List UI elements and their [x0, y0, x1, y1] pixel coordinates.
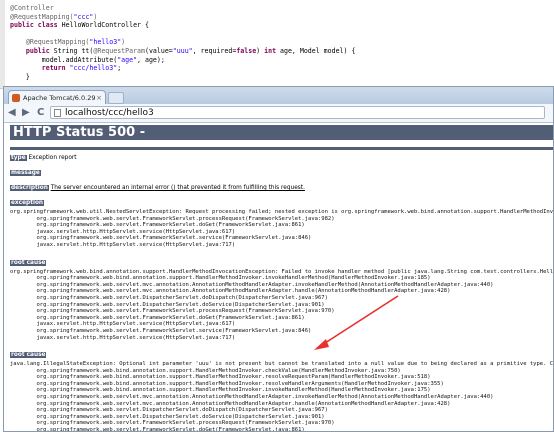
message-row: message: [10, 169, 553, 178]
root-cause-trace-1: org.springframework.web.bind.annotation.…: [10, 268, 554, 341]
root-cause-trace-2: java.lang.IllegalStateException: Optiona…: [10, 361, 554, 432]
code-token: public class: [10, 21, 62, 30]
forward-icon[interactable]: ▶: [22, 106, 30, 120]
code-token: "ccc": [73, 12, 94, 21]
code-token: "hello3": [89, 38, 122, 47]
browser-tab[interactable]: Apache Tomcat/6.0.29 ×: [8, 90, 106, 104]
code-token: "age": [117, 55, 138, 64]
code-token: int: [264, 47, 281, 55]
exception-label: exception: [10, 200, 45, 206]
code-line: public String tt(@RequestParam(value="uu…: [10, 47, 356, 55]
description-text: The server encountered an internal error…: [50, 185, 305, 191]
code-token: @Controller: [10, 4, 54, 12]
code-token: age, Model model) {: [280, 47, 356, 55]
editor-gutter: [0, 0, 5, 88]
new-tab-button[interactable]: [108, 92, 124, 104]
browser-window: Apache Tomcat/6.0.29 × ◀ ▶ C localhost/c…: [3, 86, 554, 432]
code-line: public class HelloWorldController {: [10, 21, 149, 29]
code-token: "ccc/hello3": [69, 64, 118, 73]
browser-toolbar: ◀ ▶ C localhost/ccc/hello3: [4, 104, 553, 123]
code-line: @RequestMapping("hello3"): [10, 38, 125, 46]
code-token: "uuu": [172, 47, 193, 55]
root-cause-row-2: root cause: [10, 351, 553, 360]
browser-titlebar: Apache Tomcat/6.0.29 ×: [4, 87, 553, 104]
exception-trace: org.springframework.web.util.NestedServl…: [10, 209, 554, 248]
code-token: HelloWorldController {: [61, 21, 149, 30]
code-token: model.addAttribute(: [10, 55, 118, 64]
exception-row: exception: [10, 199, 553, 208]
description-row: description The server encountered an in…: [10, 184, 553, 193]
page-icon: [54, 109, 61, 117]
type-label: type: [10, 155, 27, 161]
code-token: (value=: [144, 47, 173, 55]
description-label: description: [10, 185, 49, 191]
root-cause-label-2: root cause: [10, 352, 47, 359]
address-bar[interactable]: localhost/ccc/hello3: [50, 106, 545, 119]
address-bar-url: localhost/ccc/hello3: [65, 108, 154, 118]
code-line: @RequestMapping("ccc"): [10, 13, 97, 21]
code-token: }: [10, 72, 30, 81]
code-token: @RequestMapping(: [10, 38, 90, 47]
back-icon[interactable]: ◀: [8, 106, 16, 120]
code-token: @RequestMapping(: [10, 12, 74, 21]
page-title: HTTP Status 500 -: [10, 125, 553, 140]
root-cause-label-1: root cause: [10, 259, 47, 266]
reload-icon[interactable]: C: [37, 106, 44, 120]
code-token: , age);: [137, 55, 165, 64]
code-line: model.addAttribute("age", age);: [10, 56, 165, 64]
page-content: HTTP Status 500 - type Exception report …: [10, 125, 554, 432]
tomcat-favicon-icon: [12, 94, 20, 102]
code-line: }: [10, 73, 30, 81]
code-token: , required=: [192, 47, 237, 55]
code-token: public: [10, 47, 54, 55]
tab-title: Apache Tomcat/6.0.29: [23, 94, 96, 102]
code-token: false: [236, 47, 257, 55]
code-token: ;: [117, 64, 122, 73]
code-token: @RequestParam: [93, 47, 145, 55]
code-token: String tt(: [53, 47, 94, 55]
divider: [10, 147, 553, 150]
type-row: type Exception report: [10, 154, 553, 163]
tab-close-icon[interactable]: ×: [96, 91, 102, 104]
code-token: return: [10, 64, 70, 73]
type-text: Exception report: [28, 155, 77, 161]
code-token: ): [121, 38, 126, 47]
code-line: return "ccc/hello3";: [10, 64, 121, 72]
code-token: ): [256, 47, 265, 55]
code-token: ): [93, 12, 98, 21]
code-editor: @Controller @RequestMapping("ccc") public …: [0, 0, 554, 89]
message-label: message: [10, 170, 41, 176]
code-line: @Controller: [10, 4, 54, 12]
root-cause-row-1: root cause: [10, 259, 553, 268]
